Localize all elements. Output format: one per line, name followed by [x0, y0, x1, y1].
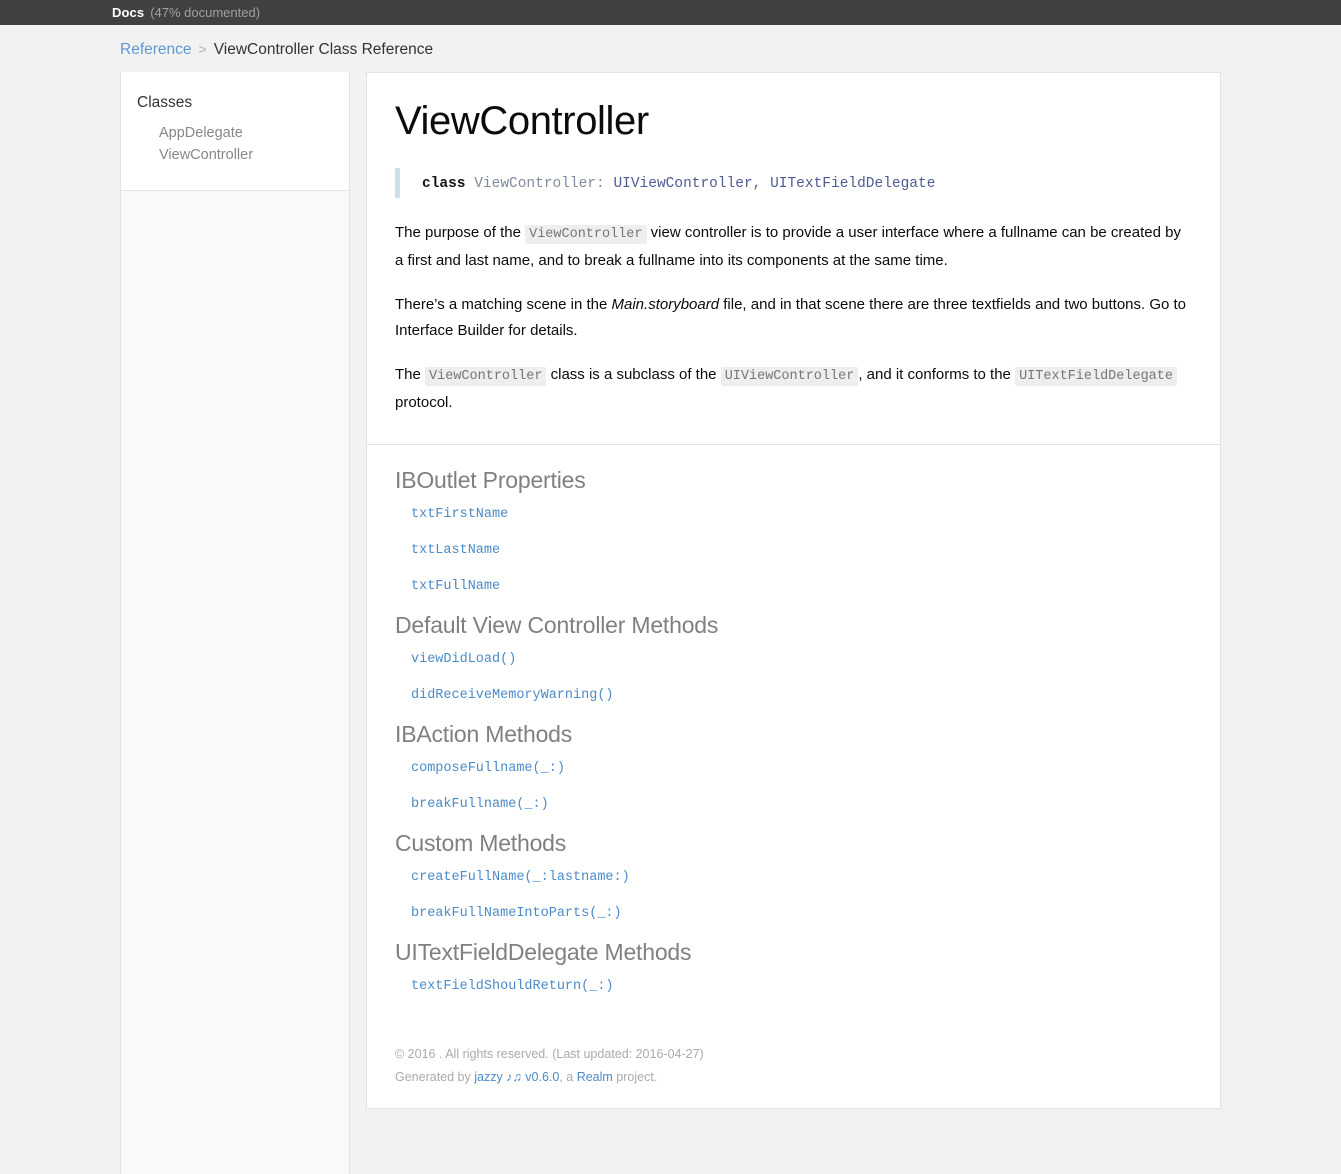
section-heading: IBOutlet Properties	[395, 467, 1192, 494]
overview-paragraph-3: The ViewController class is a subclass o…	[395, 362, 1192, 416]
list-item[interactable]: breakFullNameIntoParts(_:)	[395, 903, 1192, 921]
list-item[interactable]: didReceiveMemoryWarning()	[395, 685, 1192, 703]
class-declaration: class ViewController: UIViewController, …	[395, 168, 1192, 198]
item-list: composeFullname(_:) breakFullname(_:)	[395, 758, 1192, 812]
jazzy-link[interactable]: jazzy ♪♫ v0.6.0	[474, 1070, 559, 1084]
footer-copyright: © 2016 . All rights reserved. (Last upda…	[395, 1044, 1192, 1064]
paragraph-text: class is a subclass of the	[546, 366, 720, 383]
section-heading: UITextFieldDelegate Methods	[395, 939, 1192, 966]
task-group-ibaction-methods: IBAction Methods composeFullname(_:) bre…	[395, 721, 1192, 812]
item-link[interactable]: txtLastName	[411, 543, 500, 558]
inline-code-uitextfielddelegate: UITextFieldDelegate	[1015, 367, 1177, 386]
footer-text: , a	[559, 1070, 576, 1084]
task-group-default-view-controller-methods: Default View Controller Methods viewDidL…	[395, 612, 1192, 703]
paragraph-text: There’s a matching scene in the	[395, 296, 612, 313]
emphasis-main-storyboard: Main.storyboard	[612, 296, 720, 313]
section-heading: Custom Methods	[395, 830, 1192, 857]
paragraph-text: The	[395, 366, 425, 383]
sidebar-item-list: AppDelegate ViewController	[121, 122, 349, 166]
item-list: createFullName(_:lastname:) breakFullNam…	[395, 867, 1192, 921]
footer-text: project.	[613, 1070, 657, 1084]
list-item[interactable]: txtFullName	[395, 576, 1192, 594]
documentation-page: Docs (47% documented) Reference > ViewCont…	[0, 0, 1341, 1174]
realm-link[interactable]: Realm	[577, 1070, 613, 1084]
breadcrumb-separator-icon: >	[199, 41, 207, 57]
breadcrumb-link-reference[interactable]: Reference	[120, 41, 192, 58]
declaration-type-name: ViewController:	[466, 176, 614, 192]
breadcrumb: Reference > ViewController Class Reference	[0, 25, 1341, 72]
item-list: txtFirstName txtLastName txtFullName	[395, 504, 1192, 594]
overview-paragraph-1: The purpose of the ViewController view c…	[395, 220, 1192, 274]
item-link[interactable]: breakFullNameIntoParts(_:)	[411, 906, 622, 921]
declaration-keyword: class	[422, 176, 466, 192]
list-item[interactable]: txtLastName	[395, 540, 1192, 558]
item-link[interactable]: txtFirstName	[411, 507, 508, 522]
item-link[interactable]: didReceiveMemoryWarning()	[411, 688, 614, 703]
list-item[interactable]: composeFullname(_:)	[395, 758, 1192, 776]
overview-paragraph-2: There’s a matching scene in the Main.sto…	[395, 292, 1192, 344]
sidebar: Classes AppDelegate ViewController	[120, 72, 350, 1174]
task-group-iboutlet-properties: IBOutlet Properties txtFirstName txtLast…	[395, 467, 1192, 594]
task-group-custom-methods: Custom Methods createFullName(_:lastname…	[395, 830, 1192, 921]
breadcrumb-current: ViewController Class Reference	[214, 41, 433, 58]
docs-title: Docs	[112, 5, 144, 20]
section-heading: Default View Controller Methods	[395, 612, 1192, 639]
item-link[interactable]: txtFullName	[411, 579, 500, 594]
paragraph-text: , and it conforms to the	[858, 366, 1015, 383]
item-list: textFieldShouldReturn(_:)	[395, 976, 1192, 994]
sidebar-item-label[interactable]: AppDelegate	[159, 125, 243, 141]
task-sections: IBOutlet Properties txtFirstName txtLast…	[367, 445, 1220, 1030]
sidebar-item-viewcontroller[interactable]: ViewController	[121, 144, 349, 166]
list-item[interactable]: breakFullname(_:)	[395, 794, 1192, 812]
section-heading: IBAction Methods	[395, 721, 1192, 748]
item-link[interactable]: createFullName(_:lastname:)	[411, 870, 630, 885]
main-article: ViewController class ViewController: UIV…	[366, 72, 1221, 1109]
inline-code-viewcontroller: ViewController	[525, 225, 646, 244]
top-header-bar: Docs (47% documented)	[0, 0, 1341, 25]
declaration-code: class ViewController: UIViewController, …	[422, 176, 935, 192]
item-link[interactable]: viewDidLoad()	[411, 652, 516, 667]
documented-percentage: (47% documented)	[150, 5, 260, 20]
paragraph-text: protocol.	[395, 394, 453, 411]
content-wrapper: Classes AppDelegate ViewController ViewC…	[0, 72, 1341, 1174]
list-item[interactable]: textFieldShouldReturn(_:)	[395, 976, 1192, 994]
item-link[interactable]: textFieldShouldReturn(_:)	[411, 979, 614, 994]
inline-code-viewcontroller: ViewController	[425, 367, 546, 386]
sidebar-item-label[interactable]: ViewController	[159, 147, 253, 163]
footer-generated-by: Generated by jazzy ♪♫ v0.6.0, a Realm pr…	[395, 1067, 1192, 1087]
paragraph-text: The purpose of the	[395, 224, 525, 241]
page-title: ViewController	[395, 99, 1192, 144]
list-item[interactable]: viewDidLoad()	[395, 649, 1192, 667]
article-footer: © 2016 . All rights reserved. (Last upda…	[367, 1030, 1220, 1108]
sidebar-group-classes: Classes	[121, 94, 349, 122]
list-item[interactable]: txtFirstName	[395, 504, 1192, 522]
task-group-uitextfielddelegate-methods: UITextFieldDelegate Methods textFieldSho…	[395, 939, 1192, 994]
item-list: viewDidLoad() didReceiveMemoryWarning()	[395, 649, 1192, 703]
item-link[interactable]: composeFullname(_:)	[411, 761, 565, 776]
declaration-conformances: UIViewController, UITextFieldDelegate	[613, 176, 935, 192]
inline-code-uiviewcontroller: UIViewController	[721, 367, 859, 386]
overview-section: ViewController class ViewController: UIV…	[367, 73, 1220, 445]
item-link[interactable]: breakFullname(_:)	[411, 797, 549, 812]
footer-text: Generated by	[395, 1070, 474, 1084]
sidebar-item-appdelegate[interactable]: AppDelegate	[121, 122, 349, 144]
sidebar-nav-box: Classes AppDelegate ViewController	[121, 72, 349, 191]
list-item[interactable]: createFullName(_:lastname:)	[395, 867, 1192, 885]
